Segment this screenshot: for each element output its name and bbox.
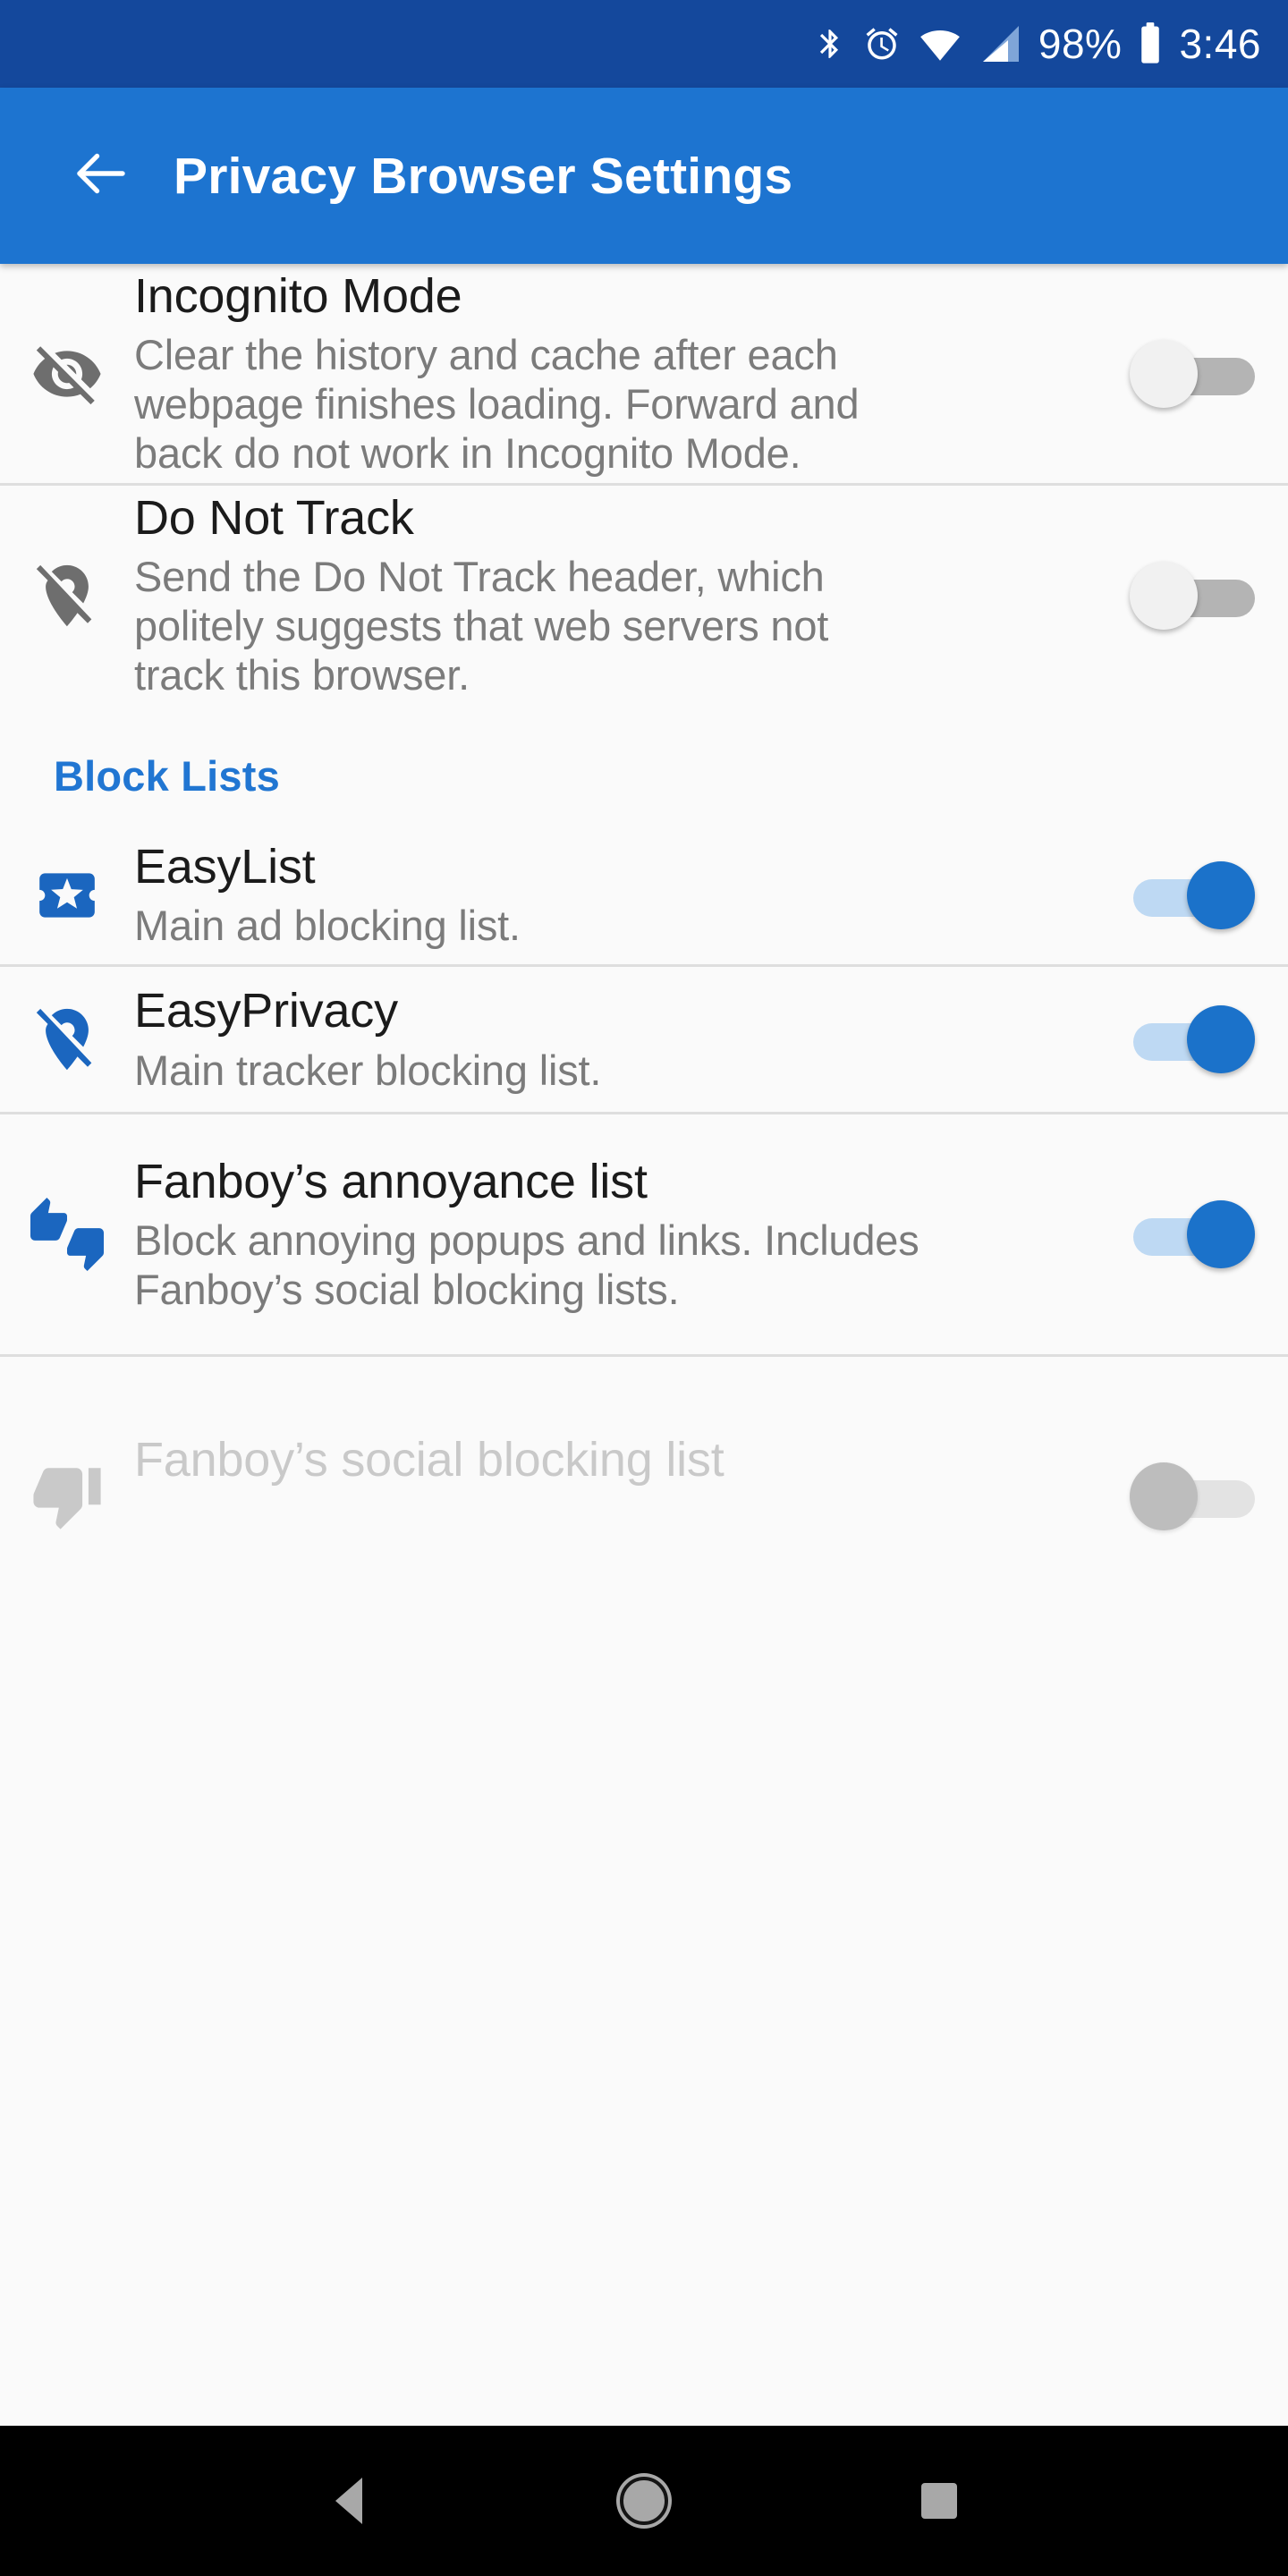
setting-text-easyprivacy: EasyPrivacy Main tracker blocking list. — [134, 983, 1100, 1096]
toggle-easyprivacy[interactable] — [1100, 1005, 1288, 1073]
nav-recents-button[interactable] — [792, 2483, 1087, 2519]
switch-disabled[interactable] — [1130, 1462, 1258, 1530]
switch-on[interactable] — [1130, 1200, 1258, 1268]
page-title: Privacy Browser Settings — [174, 147, 793, 205]
switch-thumb — [1187, 1200, 1255, 1268]
location-off-icon — [0, 559, 134, 632]
setting-row-do-not-track[interactable]: Do Not Track Send the Do Not Track heade… — [0, 486, 1288, 705]
visibility-off-icon — [0, 337, 134, 411]
switch-on[interactable] — [1130, 860, 1258, 929]
back-triangle-icon — [335, 2478, 362, 2524]
thumb-down-icon — [0, 1387, 134, 1532]
section-header-block-lists: Block Lists — [54, 752, 280, 800]
setting-title: Do Not Track — [134, 490, 414, 545]
setting-summary: Main tracker blocking list. — [134, 1046, 602, 1094]
setting-row-easyprivacy[interactable]: EasyPrivacy Main tracker blocking list. — [0, 967, 1288, 1112]
setting-summary: Send the Do Not Track header, which poli… — [134, 553, 829, 699]
clock-label: 3:46 — [1179, 21, 1261, 67]
location-off-icon — [0, 1003, 134, 1076]
setting-text-incognito-mode: Incognito Mode Clear the history and cac… — [134, 268, 1100, 479]
cellular-signal-icon — [979, 21, 1022, 66]
setting-title: EasyPrivacy — [134, 984, 398, 1038]
battery-icon — [1138, 21, 1163, 67]
toggle-incognito-mode[interactable] — [1100, 339, 1288, 408]
back-arrow-icon — [69, 141, 133, 210]
switch-on[interactable] — [1130, 1005, 1258, 1073]
toggle-easylist[interactable] — [1100, 860, 1288, 929]
setting-summary: Clear the history and cache after each w… — [134, 331, 860, 478]
app-bar: Privacy Browser Settings — [0, 88, 1288, 264]
switch-thumb — [1187, 1005, 1255, 1073]
switch-thumb — [1130, 339, 1198, 408]
setting-row-fanboys-annoyance[interactable]: Fanboy’s annoyance list Block annoying p… — [0, 1114, 1288, 1354]
setting-text-fanboys-annoyance: Fanboy’s annoyance list Block annoying p… — [134, 1154, 1100, 1316]
setting-row-incognito-mode[interactable]: Incognito Mode Clear the history and cac… — [0, 264, 1288, 483]
thumbs-up-down-icon — [0, 1198, 134, 1271]
alarm-icon — [863, 21, 901, 66]
battery-percent-label: 98% — [1038, 21, 1123, 67]
home-circle-icon — [620, 2477, 668, 2525]
setting-title: EasyList — [134, 839, 316, 894]
nav-back-button[interactable] — [201, 2478, 496, 2524]
setting-text-do-not-track: Do Not Track Send the Do Not Track heade… — [134, 490, 1100, 701]
setting-text-easylist: EasyList Main ad blocking list. — [134, 839, 1100, 952]
toggle-fanboys-social[interactable] — [1100, 1389, 1288, 1530]
setting-title: Fanboy’s annoyance list — [134, 1154, 648, 1208]
switch-thumb — [1187, 860, 1255, 929]
setting-row-easylist[interactable]: EasyList Main ad blocking list. — [0, 826, 1288, 964]
setting-title: Fanboy’s social blocking list — [134, 1432, 724, 1487]
nav-home-button[interactable] — [496, 2477, 792, 2525]
toggle-fanboys-annoyance[interactable] — [1100, 1200, 1288, 1268]
toggle-do-not-track[interactable] — [1100, 561, 1288, 630]
ticket-star-icon — [0, 862, 134, 928]
switch-thumb — [1130, 1462, 1198, 1530]
switch-off[interactable] — [1130, 561, 1258, 630]
setting-summary: Main ad blocking list. — [134, 902, 521, 950]
back-button[interactable] — [52, 141, 150, 210]
setting-title: Incognito Mode — [134, 268, 462, 323]
recents-square-icon — [921, 2483, 957, 2519]
system-navigation-bar — [0, 2426, 1288, 2576]
setting-summary: Block annoying popups and links. Include… — [134, 1216, 919, 1314]
bluetooth-icon — [813, 21, 847, 66]
settings-scroll-container[interactable]: Incognito Mode Clear the history and cac… — [0, 264, 1288, 2426]
setting-text-fanboys-social: Fanboy’s social blocking list — [134, 1432, 1100, 1488]
switch-off[interactable] — [1130, 339, 1258, 408]
status-bar: 98% 3:46 — [0, 0, 1288, 88]
phone-screen: 98% 3:46 Privacy Browser Settings Incogn… — [0, 0, 1288, 2576]
setting-row-fanboys-social[interactable]: Fanboy’s social blocking list — [0, 1357, 1288, 1563]
switch-thumb — [1130, 561, 1198, 630]
wifi-icon — [917, 21, 963, 66]
